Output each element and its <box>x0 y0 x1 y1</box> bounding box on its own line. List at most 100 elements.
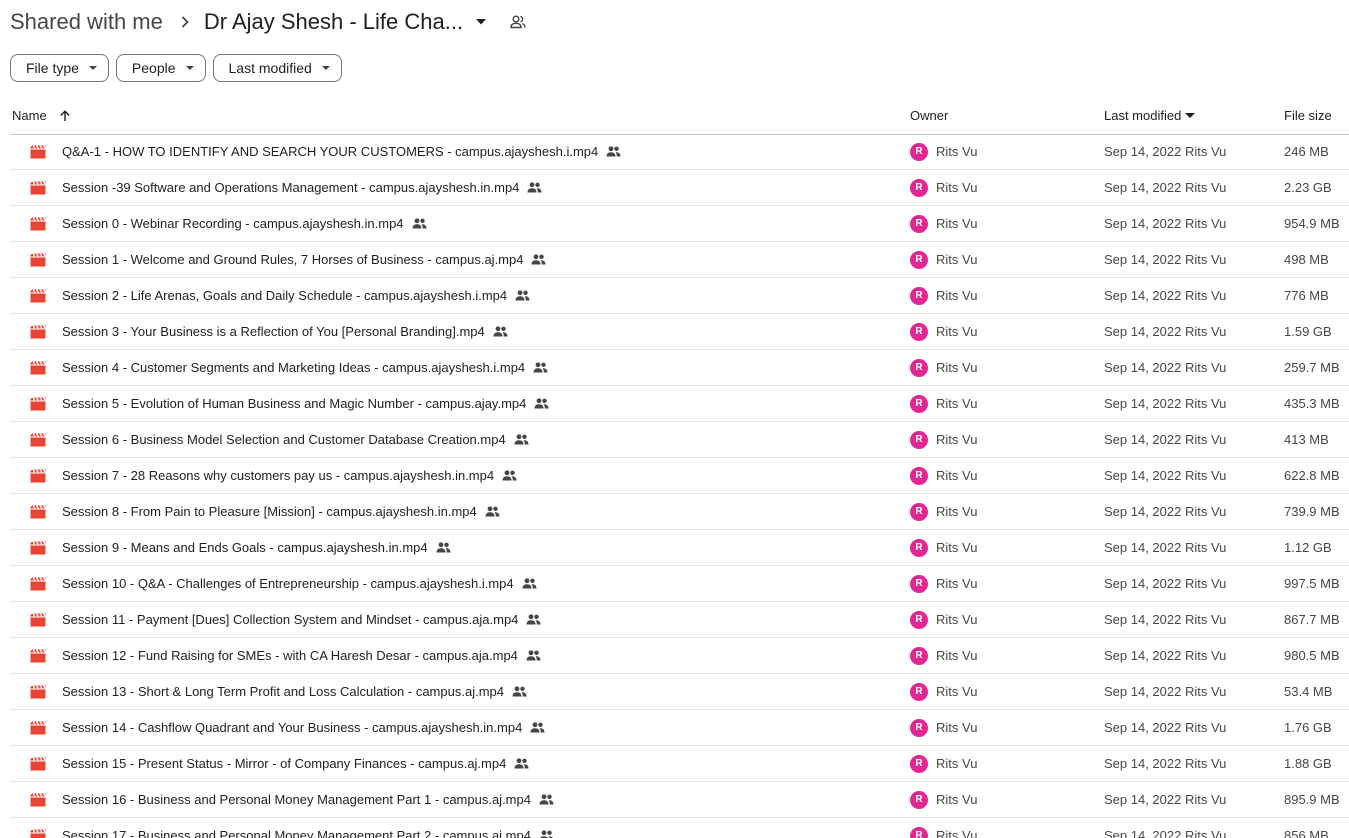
file-name-cell[interactable]: Session 1 - Welcome and Ground Rules, 7 … <box>62 242 546 277</box>
owner-name: Rits Vu <box>936 432 978 447</box>
last-modified-cell: Sep 14, 2022 Rits Vu <box>1104 504 1227 519</box>
people-icon <box>539 830 554 838</box>
table-row[interactable]: Session 16 - Business and Personal Money… <box>10 782 1349 818</box>
people-icon <box>512 686 527 697</box>
owner-cell: R Rits Vu <box>910 350 977 385</box>
video-file-icon <box>30 278 46 313</box>
table-row[interactable]: Session 5 - Evolution of Human Business … <box>10 386 1349 422</box>
column-header-last-modified[interactable]: Last modified <box>1104 108 1196 123</box>
column-header-file-size[interactable]: File size <box>1284 108 1332 123</box>
avatar: R <box>910 286 928 305</box>
file-size-cell: 867.7 MB <box>1284 612 1340 627</box>
owner-name: Rits Vu <box>936 828 978 838</box>
column-header-name[interactable]: Name <box>12 108 71 123</box>
caret-down-icon[interactable] <box>476 19 490 25</box>
file-name: Session 12 - Fund Raising for SMEs - wit… <box>62 648 518 663</box>
video-file-icon <box>30 638 46 673</box>
table-row[interactable]: Session 17 - Business and Personal Money… <box>10 818 1349 838</box>
owner-name: Rits Vu <box>936 252 978 267</box>
file-name: Session 8 - From Pain to Pleasure [Missi… <box>62 504 477 519</box>
caret-down-icon[interactable] <box>1185 113 1196 118</box>
avatar: R <box>910 790 928 809</box>
file-name-cell[interactable]: Session 15 - Present Status - Mirror - o… <box>62 746 529 781</box>
file-name-cell[interactable]: Session 2 - Life Arenas, Goals and Daily… <box>62 278 530 313</box>
file-size-cell: 895.9 MB <box>1284 792 1340 807</box>
table-row[interactable]: Session 4 - Customer Segments and Market… <box>10 350 1349 386</box>
filter-last-modified[interactable]: Last modified <box>212 54 342 82</box>
avatar: R <box>910 826 928 838</box>
file-name: Session 17 - Business and Personal Money… <box>62 828 531 838</box>
last-modified-cell: Sep 14, 2022 Rits Vu <box>1104 648 1227 663</box>
table-row[interactable]: Session 3 - Your Business is a Reflectio… <box>10 314 1349 350</box>
table-row[interactable]: Session 9 - Means and Ends Goals - campu… <box>10 530 1349 566</box>
video-file-icon <box>30 530 46 565</box>
people-icon <box>527 182 542 193</box>
owner-name: Rits Vu <box>936 612 978 627</box>
breadcrumb: Shared with me Dr Ajay Shesh - Life Cha.… <box>10 6 526 38</box>
filter-people[interactable]: People <box>115 54 206 82</box>
owner-name: Rits Vu <box>936 468 978 483</box>
table-row[interactable]: Session 2 - Life Arenas, Goals and Daily… <box>10 278 1349 314</box>
last-modified-cell: Sep 14, 2022 Rits Vu <box>1104 432 1227 447</box>
table-row[interactable]: Session 7 - 28 Reasons why customers pay… <box>10 458 1349 494</box>
video-file-icon <box>30 206 46 241</box>
file-name-cell[interactable]: Session 4 - Customer Segments and Market… <box>62 350 548 385</box>
table-row[interactable]: Session 8 - From Pain to Pleasure [Missi… <box>10 494 1349 530</box>
file-name-cell[interactable]: Session 9 - Means and Ends Goals - campu… <box>62 530 451 565</box>
owner-cell: R Rits Vu <box>910 386 977 421</box>
file-name-cell[interactable]: Session 12 - Fund Raising for SMEs - wit… <box>62 638 541 673</box>
people-icon <box>533 362 548 373</box>
last-modified-cell: Sep 14, 2022 Rits Vu <box>1104 576 1227 591</box>
file-name-cell[interactable]: Session 10 - Q&A - Challenges of Entrepr… <box>62 566 537 601</box>
table-row[interactable]: Session 10 - Q&A - Challenges of Entrepr… <box>10 566 1349 602</box>
people-icon <box>412 218 427 229</box>
video-file-icon <box>30 242 46 277</box>
table-row[interactable]: Session -39 Software and Operations Mana… <box>10 170 1349 206</box>
file-name-cell[interactable]: Session -39 Software and Operations Mana… <box>62 170 542 205</box>
owner-name: Rits Vu <box>936 504 978 519</box>
file-name-cell[interactable]: Session 5 - Evolution of Human Business … <box>62 386 549 421</box>
table-row[interactable]: Session 13 - Short & Long Term Profit an… <box>10 674 1349 710</box>
owner-name: Rits Vu <box>936 792 978 807</box>
file-name-cell[interactable]: Session 0 - Webinar Recording - campus.a… <box>62 206 427 241</box>
last-modified-cell: Sep 14, 2022 Rits Vu <box>1104 360 1227 375</box>
video-file-icon <box>30 386 46 421</box>
avatar: R <box>910 646 928 665</box>
file-name: Session -39 Software and Operations Mana… <box>62 180 520 195</box>
table-row[interactable]: Session 1 - Welcome and Ground Rules, 7 … <box>10 242 1349 278</box>
people-icon <box>514 758 529 769</box>
file-name-cell[interactable]: Session 11 - Payment [Dues] Collection S… <box>62 602 541 637</box>
table-row[interactable]: Session 6 - Business Model Selection and… <box>10 422 1349 458</box>
file-name-cell[interactable]: Session 3 - Your Business is a Reflectio… <box>62 314 508 349</box>
video-file-icon <box>30 674 46 709</box>
avatar: R <box>910 682 928 701</box>
file-name-cell[interactable]: Session 7 - 28 Reasons why customers pay… <box>62 458 517 493</box>
avatar: R <box>910 322 928 341</box>
file-name-cell[interactable]: Q&A-1 - HOW TO IDENTIFY AND SEARCH YOUR … <box>62 134 621 169</box>
file-name-cell[interactable]: Session 14 - Cashflow Quadrant and Your … <box>62 710 545 745</box>
file-name-cell[interactable]: Session 17 - Business and Personal Money… <box>62 818 554 838</box>
table-row[interactable]: Session 15 - Present Status - Mirror - o… <box>10 746 1349 782</box>
table-row[interactable]: Session 14 - Cashflow Quadrant and Your … <box>10 710 1349 746</box>
owner-cell: R Rits Vu <box>910 782 977 817</box>
last-modified-cell: Sep 14, 2022 Rits Vu <box>1104 792 1227 807</box>
file-name-cell[interactable]: Session 13 - Short & Long Term Profit an… <box>62 674 527 709</box>
breadcrumb-current-folder[interactable]: Dr Ajay Shesh - Life Cha... <box>204 9 463 35</box>
table-row[interactable]: Session 12 - Fund Raising for SMEs - wit… <box>10 638 1349 674</box>
owner-cell: R Rits Vu <box>910 710 977 745</box>
breadcrumb-root-shared-with-me[interactable]: Shared with me <box>10 9 163 35</box>
file-name: Session 3 - Your Business is a Reflectio… <box>62 324 485 339</box>
filter-file-type[interactable]: File type <box>10 54 109 82</box>
arrow-up-icon[interactable] <box>59 109 71 122</box>
filter-chips: File type People Last modified <box>10 54 349 82</box>
file-name-cell[interactable]: Session 8 - From Pain to Pleasure [Missi… <box>62 494 500 529</box>
table-row[interactable]: Session 0 - Webinar Recording - campus.a… <box>10 206 1349 242</box>
owner-name: Rits Vu <box>936 756 978 771</box>
video-file-icon <box>30 566 46 601</box>
file-name-cell[interactable]: Session 16 - Business and Personal Money… <box>62 782 554 817</box>
file-name: Session 10 - Q&A - Challenges of Entrepr… <box>62 576 514 591</box>
column-header-owner[interactable]: Owner <box>910 108 948 123</box>
table-row[interactable]: Q&A-1 - HOW TO IDENTIFY AND SEARCH YOUR … <box>10 134 1349 170</box>
table-row[interactable]: Session 11 - Payment [Dues] Collection S… <box>10 602 1349 638</box>
file-name-cell[interactable]: Session 6 - Business Model Selection and… <box>62 422 529 457</box>
